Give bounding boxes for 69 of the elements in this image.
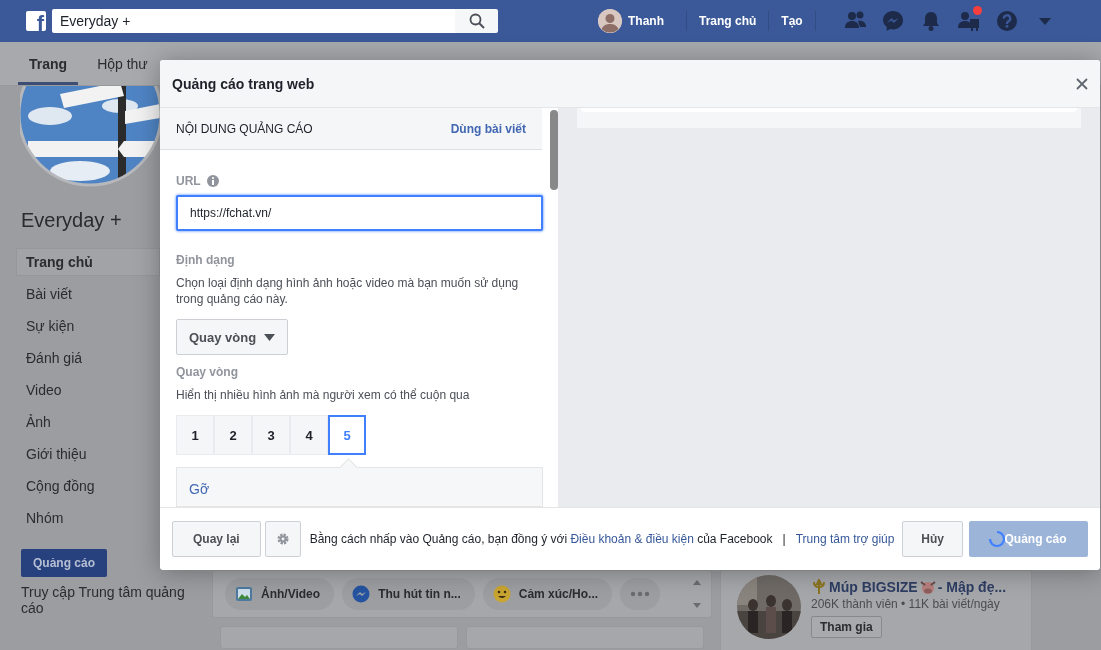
- sidebar-item[interactable]: Video: [16, 376, 160, 404]
- group-stats: 206K thành viên • 11K bài viết/ngày: [811, 597, 1001, 611]
- sidebar-item[interactable]: Ảnh: [16, 408, 160, 436]
- composer-action[interactable]: Cảm xúc/Ho...: [482, 578, 613, 610]
- search-icon: [468, 13, 485, 29]
- remove-link[interactable]: Gỡ: [189, 481, 210, 497]
- sidebar-item[interactable]: Cộng đồng: [16, 472, 160, 500]
- trident-icon: [811, 579, 827, 595]
- cow-icon: [919, 579, 936, 595]
- dialog-title: Quảng cáo trang web: [172, 75, 315, 92]
- user-name[interactable]: Thanh: [628, 14, 664, 28]
- terms-text: Bằng cách nhấp vào Quảng cáo, bạn đồng ý với Điều khoản & điều kiện của Facebook: [309, 532, 773, 546]
- sidebar-item[interactable]: Bài viết: [16, 280, 160, 308]
- search-field[interactable]: Everyday +: [52, 9, 455, 33]
- group-name[interactable]: Múp BIGSIZE: [829, 579, 918, 595]
- card-tab[interactable]: 2: [214, 415, 252, 455]
- field-label: Định dạng: [176, 253, 235, 267]
- composer-action[interactable]: Thu hút tin n...: [342, 578, 475, 610]
- sidebar-item[interactable]: Trang chủ: [16, 248, 160, 276]
- card-tab[interactable]: 3: [252, 415, 290, 455]
- card-tab[interactable]: 4: [290, 415, 328, 455]
- section-heading: NỘI DUNG QUẢNG CÁO: [176, 121, 313, 136]
- help-icon[interactable]: [995, 10, 1018, 32]
- terms-link[interactable]: Điều khoản & điều kiện: [570, 532, 694, 546]
- more-icon: [630, 591, 651, 597]
- messenger-icon[interactable]: [881, 10, 904, 32]
- search-button[interactable]: [455, 9, 498, 33]
- field-label: Quay vòng: [176, 365, 238, 379]
- ads-center-link[interactable]: Truy cập Trung tâm quảng cáo: [21, 584, 191, 616]
- card-tab[interactable]: 1: [176, 415, 214, 455]
- format-description: Chọn loại định dạng hình ảnh hoặc video mà bạn muốn sử dụng trong quảng cáo này.: [176, 275, 520, 307]
- settings-icon: [275, 532, 290, 546]
- field-label: URL: [176, 174, 201, 188]
- spinner-icon: [988, 530, 1007, 548]
- separator: |: [782, 532, 786, 546]
- smiley-icon: [492, 585, 511, 603]
- nav-link[interactable]: Trang chủ: [699, 14, 757, 28]
- messenger-icon: [352, 585, 371, 603]
- close-icon: [1076, 77, 1088, 90]
- page-name: Everyday +: [21, 208, 123, 233]
- close-button[interactable]: [1076, 77, 1088, 90]
- more-button[interactable]: [620, 578, 661, 610]
- photo-icon: [235, 585, 253, 603]
- settings-button[interactable]: [264, 521, 301, 557]
- sidebar-item[interactable]: Sự kiện: [16, 312, 160, 340]
- caret-icon: [264, 333, 276, 341]
- format-dropdown[interactable]: Quay vòng: [176, 319, 289, 355]
- cancel-button[interactable]: Hủy: [902, 521, 963, 557]
- sidebar-item[interactable]: Giới thiệu: [16, 440, 160, 468]
- logo[interactable]: f: [26, 11, 46, 31]
- nav-link[interactable]: Tạo: [781, 14, 803, 28]
- avatar[interactable]: [598, 9, 622, 33]
- info-icon: [206, 175, 219, 187]
- back-button[interactable]: Quay lại: [172, 521, 261, 557]
- sidebar-item[interactable]: Đánh giá: [16, 344, 160, 372]
- group-name[interactable]: - Mập đẹ...: [937, 579, 1007, 595]
- use-post-link[interactable]: Dùng bài viết: [450, 121, 526, 136]
- promote-button[interactable]: Quảng cáo: [21, 549, 107, 577]
- card-tab[interactable]: 5: [328, 415, 366, 455]
- page-tab[interactable]: Hộp thư: [86, 42, 159, 85]
- sidebar-item[interactable]: Nhóm: [16, 504, 160, 532]
- friend-requests-icon[interactable]: [957, 10, 980, 32]
- url-field[interactable]: https://fchat.vn/: [176, 195, 543, 231]
- help-center-link[interactable]: Trung tâm trợ giúp: [795, 532, 895, 546]
- scroll-arrows-icon[interactable]: [693, 579, 701, 609]
- composer-action[interactable]: Ảnh/Video: [225, 578, 335, 610]
- scrollbar-thumb[interactable]: [550, 110, 558, 190]
- carousel-description: Hiển thị nhiều hình ảnh mà người xem có thể cuộn qua: [176, 387, 471, 403]
- join-button[interactable]: Tham gia: [811, 616, 882, 638]
